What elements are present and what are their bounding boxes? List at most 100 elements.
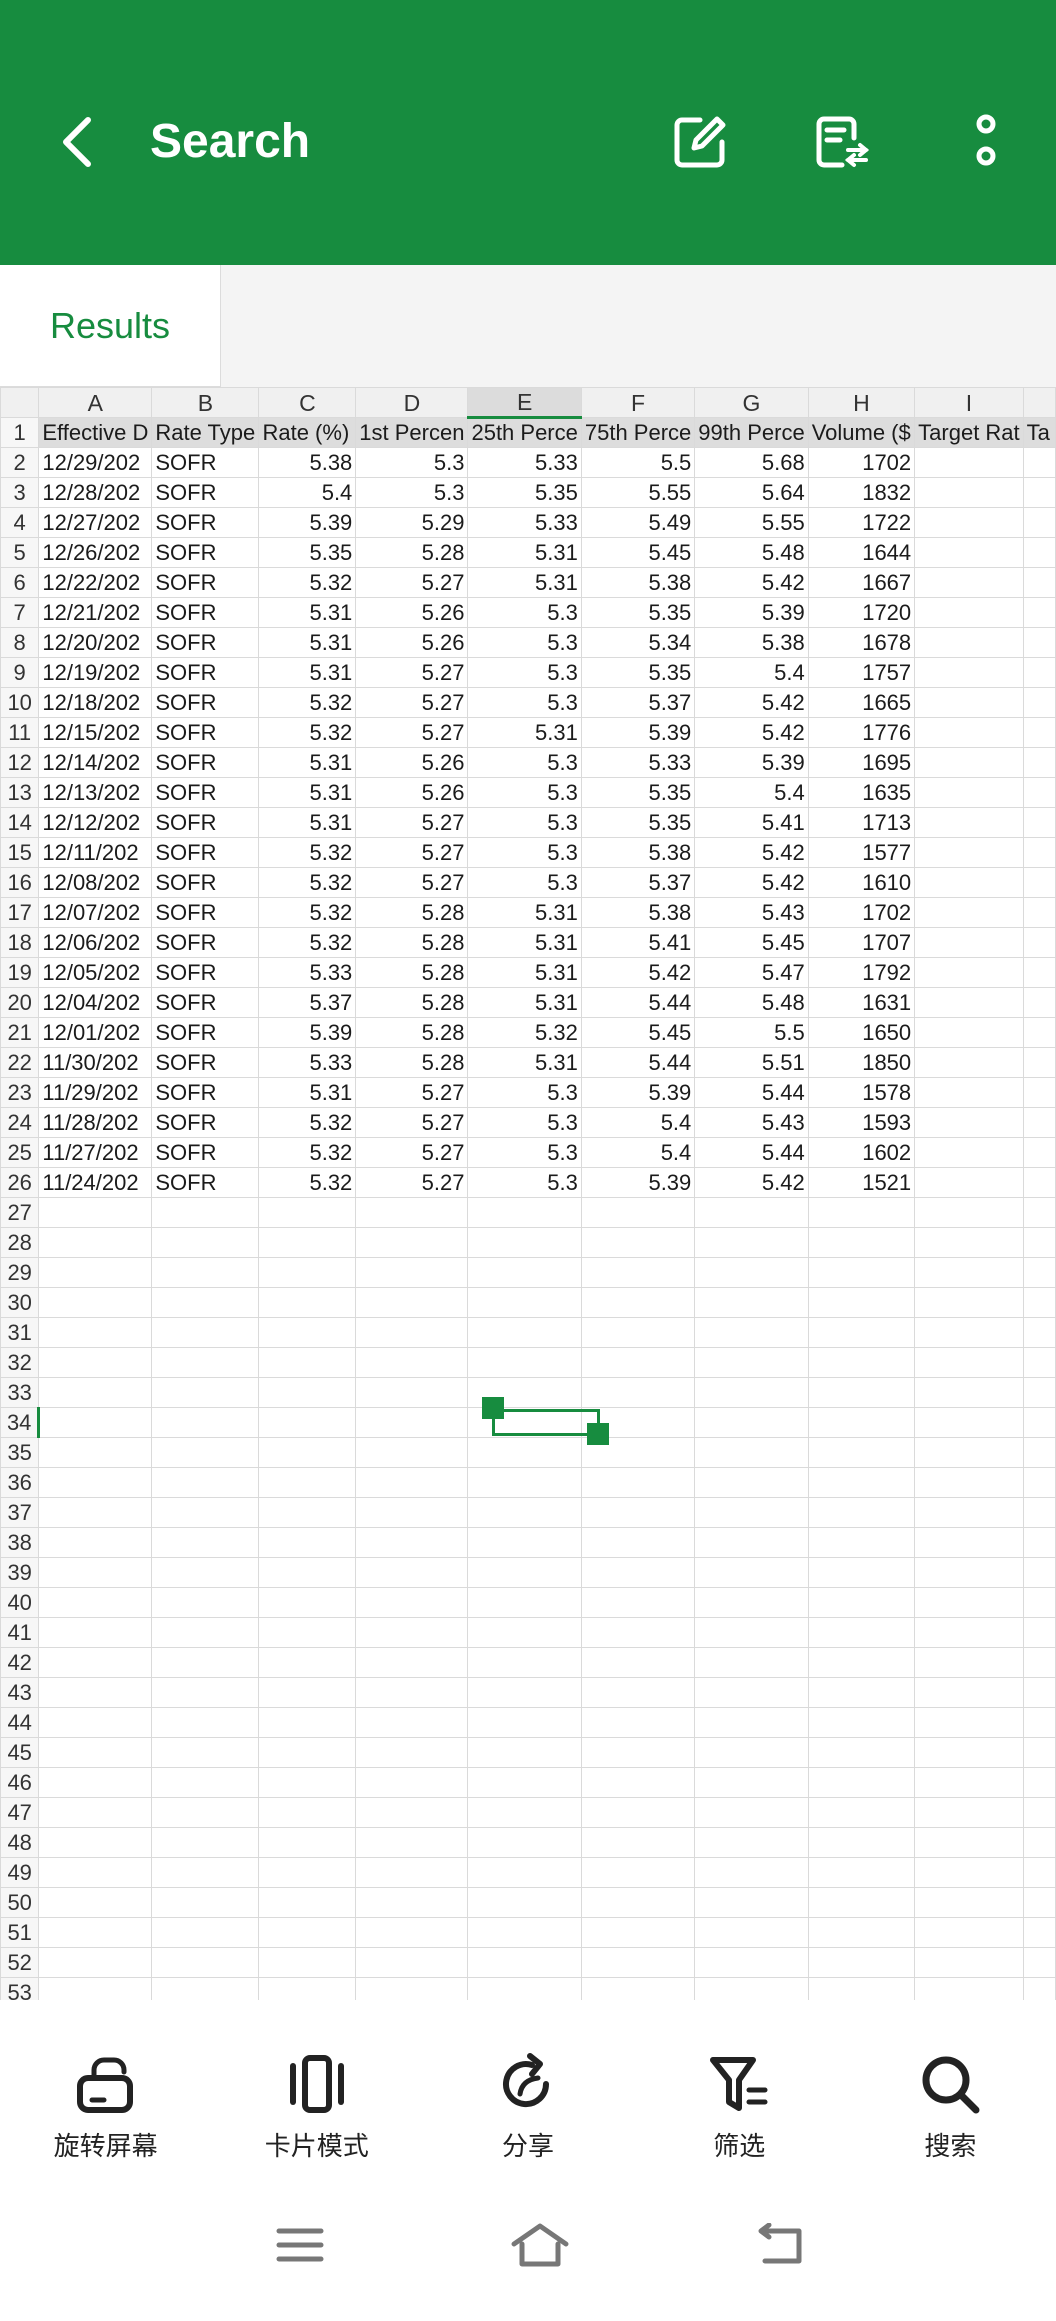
cell-j41[interactable] — [1022, 1617, 1056, 1648]
cell-j26[interactable] — [1022, 1167, 1056, 1198]
cell-i24[interactable] — [914, 1107, 1024, 1138]
cell-a15[interactable]: 12/11/202 — [38, 837, 153, 868]
cell-e21[interactable]: 5.32 — [467, 1017, 582, 1048]
cell-f32[interactable] — [580, 1347, 696, 1378]
cell-b41[interactable] — [151, 1617, 260, 1648]
cell-c11[interactable]: 5.32 — [258, 717, 357, 748]
cell-j1[interactable]: Ta — [1022, 417, 1056, 448]
cell-j49[interactable] — [1022, 1857, 1056, 1888]
cell-f14[interactable]: 5.35 — [580, 807, 696, 838]
cell-c22[interactable]: 5.33 — [258, 1047, 357, 1078]
row-header-43[interactable]: 43 — [0, 1677, 40, 1708]
cell-j35[interactable] — [1022, 1437, 1056, 1468]
cell-f38[interactable] — [580, 1527, 696, 1558]
cell-a38[interactable] — [38, 1527, 153, 1558]
cell-j53[interactable] — [1022, 1977, 1056, 2000]
cell-f20[interactable]: 5.44 — [580, 987, 696, 1018]
cell-a18[interactable]: 12/06/202 — [38, 927, 153, 958]
cell-i41[interactable] — [914, 1617, 1024, 1648]
cell-d6[interactable]: 5.27 — [355, 567, 469, 598]
cell-f46[interactable] — [580, 1767, 696, 1798]
cell-g27[interactable] — [694, 1197, 809, 1228]
cell-d29[interactable] — [355, 1257, 469, 1288]
cell-d42[interactable] — [355, 1647, 469, 1678]
cell-g11[interactable]: 5.42 — [694, 717, 809, 748]
cell-j20[interactable] — [1022, 987, 1056, 1018]
cell-i19[interactable] — [914, 957, 1024, 988]
column-header-i[interactable]: I — [914, 387, 1024, 418]
cell-e53[interactable] — [467, 1977, 582, 2000]
cell-h29[interactable] — [807, 1257, 916, 1288]
cell-c3[interactable]: 5.4 — [258, 477, 357, 508]
cell-b9[interactable]: SOFR — [151, 657, 260, 688]
cell-f19[interactable]: 5.42 — [580, 957, 696, 988]
cell-a41[interactable] — [38, 1617, 153, 1648]
cell-c33[interactable] — [258, 1377, 357, 1408]
cell-f52[interactable] — [580, 1947, 696, 1978]
cell-c32[interactable] — [258, 1347, 357, 1378]
cell-h1[interactable]: Volume ($ — [807, 417, 916, 448]
cell-a13[interactable]: 12/13/202 — [38, 777, 153, 808]
cell-e12[interactable]: 5.3 — [467, 747, 582, 778]
cell-g5[interactable]: 5.48 — [694, 537, 809, 568]
cell-i48[interactable] — [914, 1827, 1024, 1858]
cell-h6[interactable]: 1667 — [807, 567, 916, 598]
cell-c20[interactable]: 5.37 — [258, 987, 357, 1018]
cell-b33[interactable] — [151, 1377, 260, 1408]
select-all-corner[interactable] — [0, 387, 40, 418]
cell-f4[interactable]: 5.49 — [580, 507, 696, 538]
cell-i12[interactable] — [914, 747, 1024, 778]
rotate-screen-button[interactable]: 旋转屏幕 — [0, 2000, 211, 2170]
cell-f33[interactable] — [580, 1377, 696, 1408]
cell-d41[interactable] — [355, 1617, 469, 1648]
cell-j40[interactable] — [1022, 1587, 1056, 1618]
cell-f18[interactable]: 5.41 — [580, 927, 696, 958]
cell-d39[interactable] — [355, 1557, 469, 1588]
cell-e37[interactable] — [467, 1497, 582, 1528]
cell-g10[interactable]: 5.42 — [694, 687, 809, 718]
cell-c27[interactable] — [258, 1197, 357, 1228]
cell-a22[interactable]: 11/30/202 — [38, 1047, 153, 1078]
cell-c9[interactable]: 5.31 — [258, 657, 357, 688]
cell-d11[interactable]: 5.27 — [355, 717, 469, 748]
cell-c40[interactable] — [258, 1587, 357, 1618]
cell-c49[interactable] — [258, 1857, 357, 1888]
cell-b16[interactable]: SOFR — [151, 867, 260, 898]
cell-a37[interactable] — [38, 1497, 153, 1528]
cell-i18[interactable] — [914, 927, 1024, 958]
cell-g1[interactable]: 99th Perce — [694, 417, 809, 448]
cell-a40[interactable] — [38, 1587, 153, 1618]
row-header-29[interactable]: 29 — [0, 1257, 40, 1288]
row-header-2[interactable]: 2 — [0, 447, 40, 478]
row-header-21[interactable]: 21 — [0, 1017, 40, 1048]
cell-f2[interactable]: 5.5 — [580, 447, 696, 478]
cell-g9[interactable]: 5.4 — [694, 657, 809, 688]
cell-i6[interactable] — [914, 567, 1024, 598]
cell-b27[interactable] — [151, 1197, 260, 1228]
cell-e23[interactable]: 5.3 — [467, 1077, 582, 1108]
cell-f6[interactable]: 5.38 — [580, 567, 696, 598]
cell-c12[interactable]: 5.31 — [258, 747, 357, 778]
cell-h2[interactable]: 1702 — [807, 447, 916, 478]
cell-i1[interactable]: Target Rat — [914, 417, 1024, 448]
cell-c45[interactable] — [258, 1737, 357, 1768]
row-header-14[interactable]: 14 — [0, 807, 40, 838]
cell-h25[interactable]: 1602 — [807, 1137, 916, 1168]
cell-e14[interactable]: 5.3 — [467, 807, 582, 838]
cell-i50[interactable] — [914, 1887, 1024, 1918]
cell-e18[interactable]: 5.31 — [467, 927, 582, 958]
cell-g6[interactable]: 5.42 — [694, 567, 809, 598]
cell-g43[interactable] — [694, 1677, 809, 1708]
cell-a27[interactable] — [38, 1197, 153, 1228]
cell-f25[interactable]: 5.4 — [580, 1137, 696, 1168]
cell-j13[interactable] — [1022, 777, 1056, 808]
cell-b4[interactable]: SOFR — [151, 507, 260, 538]
cell-g49[interactable] — [694, 1857, 809, 1888]
cell-j45[interactable] — [1022, 1737, 1056, 1768]
cell-a46[interactable] — [38, 1767, 153, 1798]
cell-f29[interactable] — [580, 1257, 696, 1288]
cell-f1[interactable]: 75th Perce — [580, 417, 696, 448]
cell-g18[interactable]: 5.45 — [694, 927, 809, 958]
convert-button[interactable] — [804, 104, 880, 180]
cell-j25[interactable] — [1022, 1137, 1056, 1168]
